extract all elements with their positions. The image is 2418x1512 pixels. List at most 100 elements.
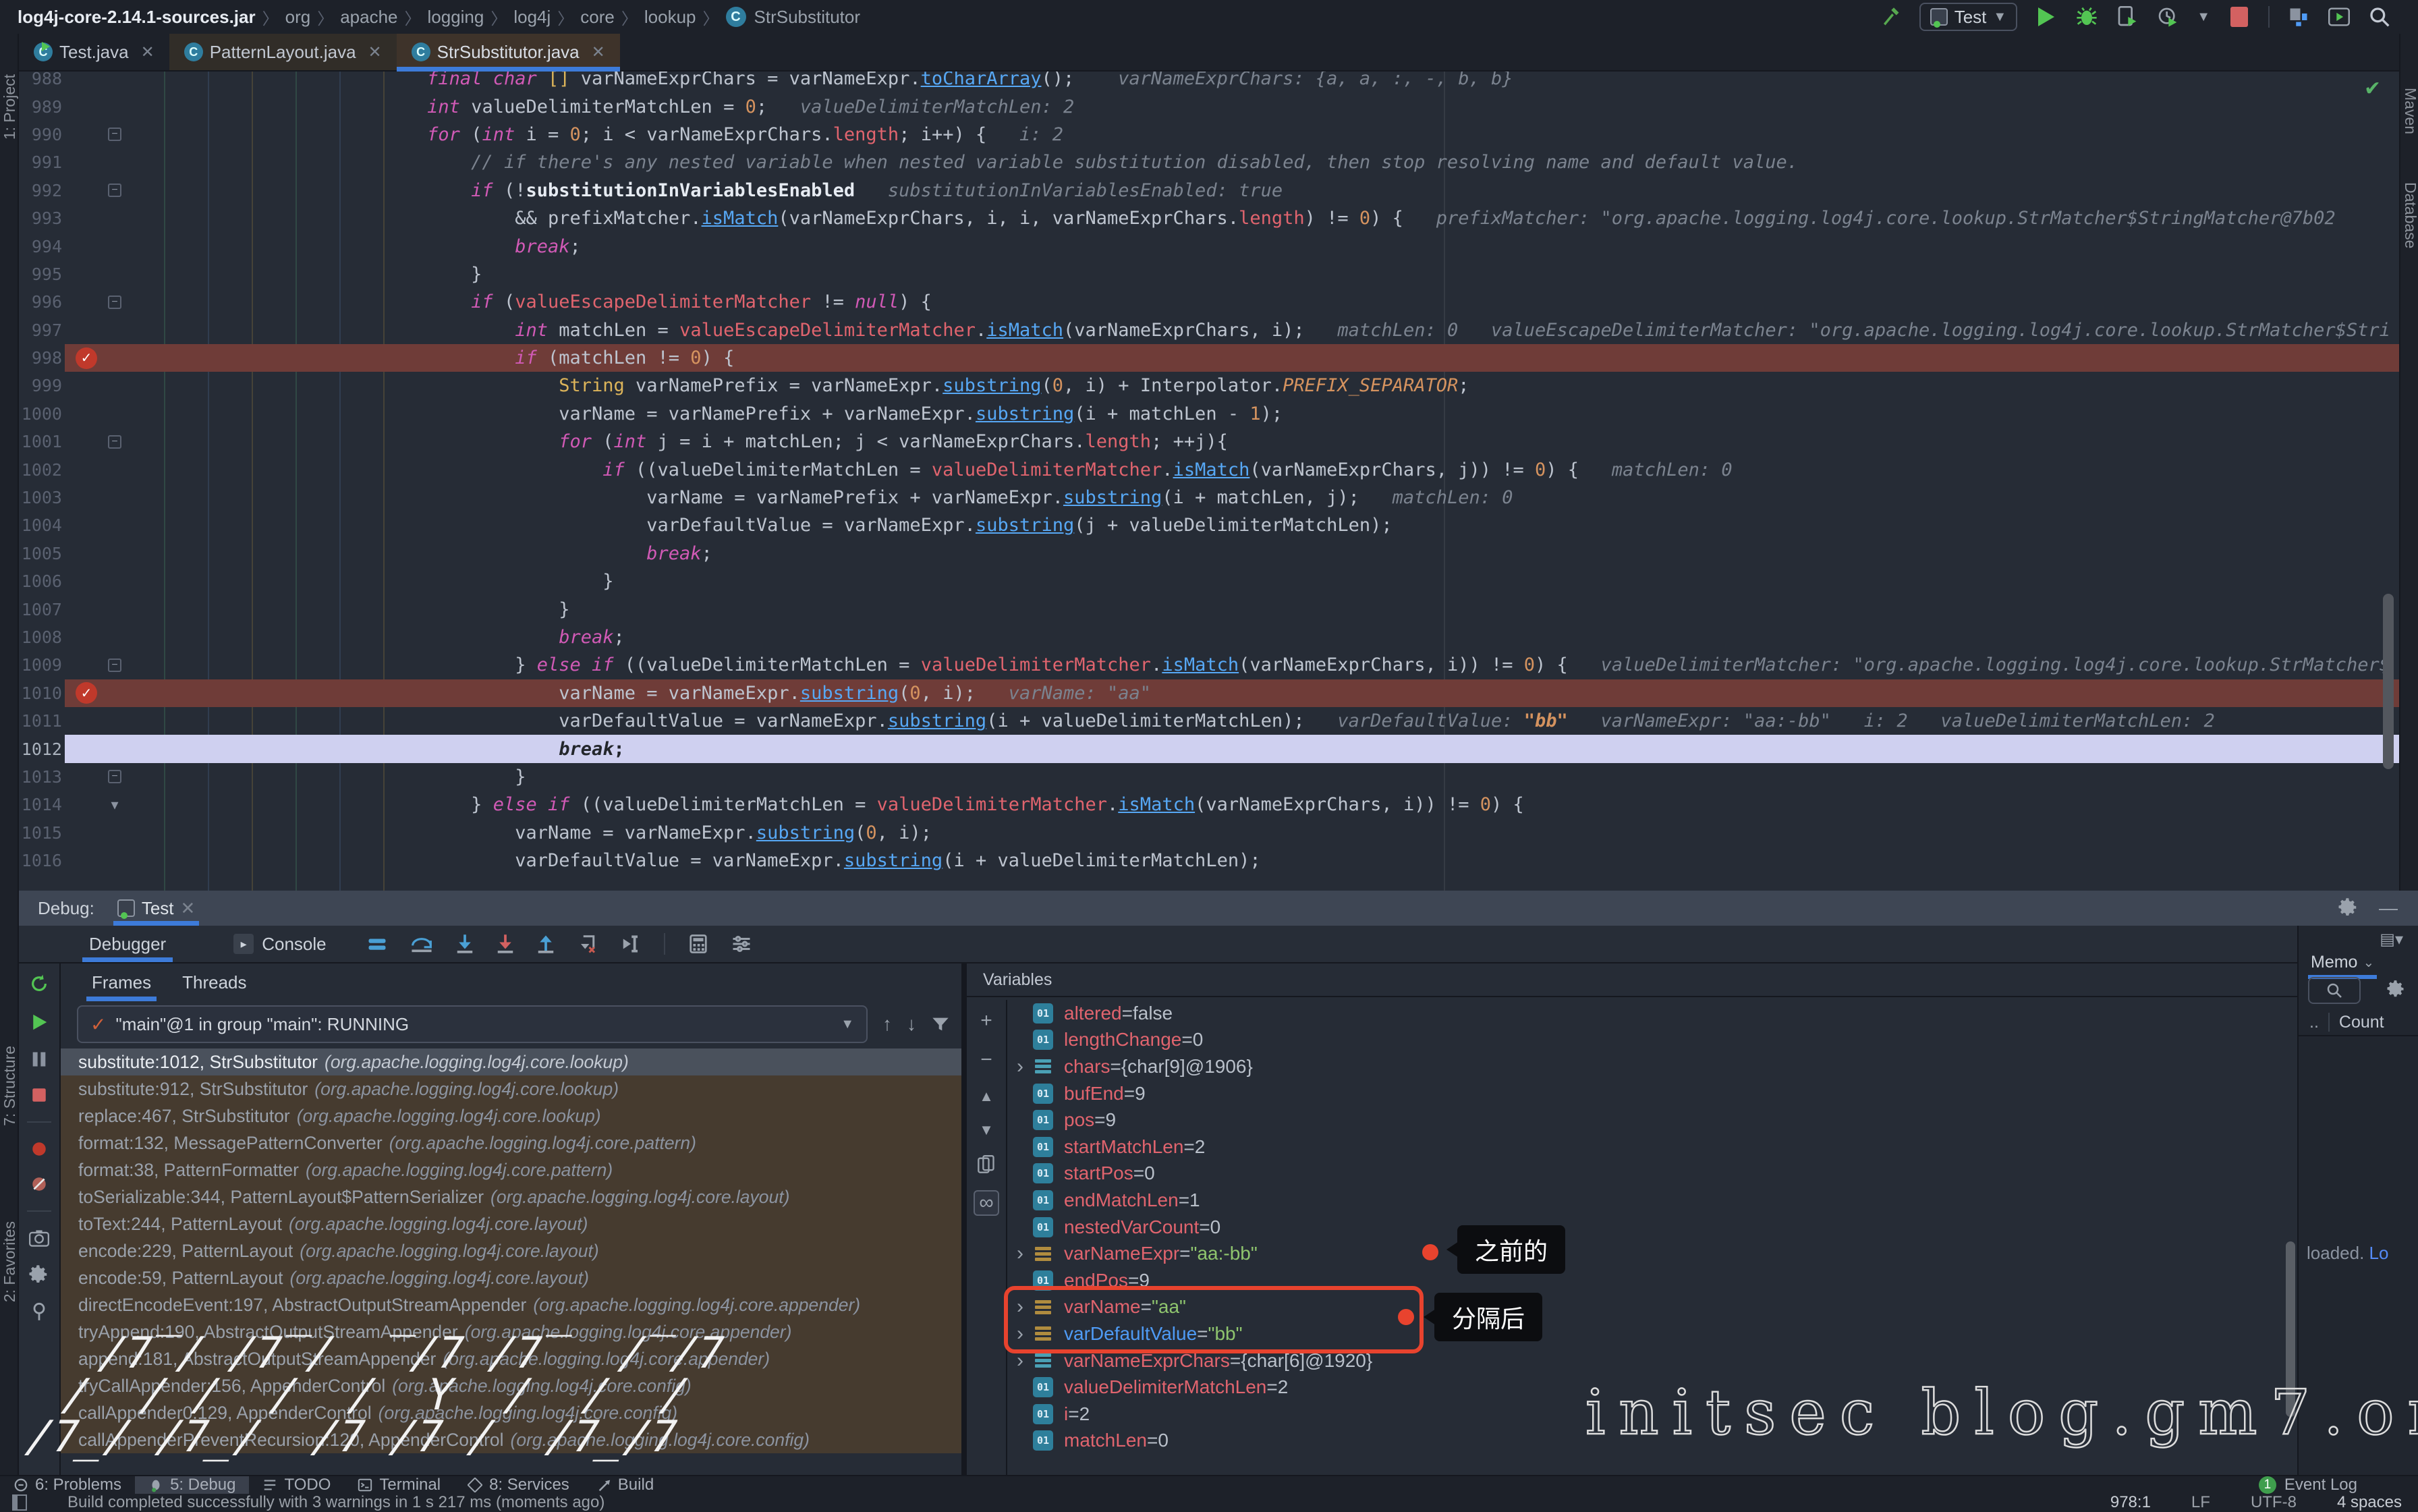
variable-row-startMatchLen[interactable]: 01startMatchLen = 2 (1009, 1133, 2297, 1160)
line-ending[interactable]: LF (2191, 1493, 2210, 1512)
add-watch-icon[interactable]: + (980, 1009, 992, 1032)
frame-row[interactable]: replace:467, StrSubstitutor (org.apache.… (61, 1102, 961, 1129)
tab-debugger[interactable]: Debugger (89, 926, 166, 962)
sidebar-item-database[interactable]: Database (2401, 182, 2418, 248)
tab-frames[interactable]: Frames (92, 963, 151, 1001)
screenshot-icon[interactable] (29, 1229, 49, 1247)
debug-button[interactable] (2075, 5, 2098, 28)
frame-row[interactable]: callAppender0:129, AppenderControl (org.… (61, 1399, 961, 1426)
close-icon[interactable]: ✕ (592, 43, 605, 62)
frame-row[interactable]: callAppenderPreventRecursion:120, Append… (61, 1426, 961, 1453)
code-line-1003[interactable]: 1003 varName = varNamePrefix + varNameEx… (19, 484, 2399, 511)
run-to-cursor-icon[interactable] (621, 934, 641, 954)
frame-row[interactable]: directEncodeEvent:197, AbstractOutputStr… (61, 1291, 961, 1318)
variables-scrollbar[interactable] (2286, 1241, 2295, 1417)
breadcrumb-item[interactable]: apache (340, 7, 397, 28)
file-encoding[interactable]: UTF-8 (2251, 1493, 2297, 1512)
variable-row-varNameExpr[interactable]: ›varNameExpr = "aa:-bb" (1009, 1240, 2297, 1267)
frame-down-icon[interactable]: ↓ (907, 1013, 916, 1035)
services-run-icon[interactable] (2328, 5, 2351, 28)
step-over-icon[interactable] (410, 934, 433, 954)
navigate-down-icon[interactable]: ▼ (979, 1121, 994, 1139)
frame-row[interactable]: append:181, AbstractOutputStreamAppender… (61, 1345, 961, 1372)
close-icon[interactable]: ✕ (181, 898, 196, 919)
variable-row-pos[interactable]: 01pos = 9 (1009, 1107, 2297, 1133)
code-line-1010[interactable]: 1010✓ varName = varNameExpr.substring(0,… (19, 679, 2399, 707)
evaluate-expression-icon[interactable] (688, 934, 708, 954)
mute-breakpoints-icon[interactable] (30, 1175, 48, 1193)
event-log-button[interactable]: 1 Event Log (2259, 1476, 2357, 1494)
sidebar-item-maven[interactable]: Maven (2401, 88, 2418, 134)
variable-row-altered[interactable]: 01altered = false (1009, 1000, 2297, 1027)
code-line-1002[interactable]: 1002 if ((valueDelimiterMatchLen = value… (19, 455, 2399, 483)
code-line-1013[interactable]: 1013− } (19, 763, 2399, 791)
variable-row-valueDelimiterMatchLen[interactable]: 01valueDelimiterMatchLen = 2 (1009, 1374, 2297, 1401)
code-line-1015[interactable]: 1015 varName = varNameExpr.substring(0, … (19, 819, 2399, 847)
editor-tab-patternlayout-java[interactable]: CPatternLayout.java✕ (169, 34, 397, 70)
coverage-button[interactable] (2116, 5, 2139, 28)
code-line-1016[interactable]: 1016 varDefaultValue = varNameExpr.subst… (19, 847, 2399, 874)
code-line-995[interactable]: 995 } (19, 260, 2399, 288)
memory-column-headers[interactable]: .. Count (2299, 1009, 2418, 1036)
code-line-992[interactable]: 992− if (!substitutionInVariablesEnabled… (19, 177, 2399, 204)
view-breakpoints-icon[interactable] (30, 1140, 48, 1158)
toolwindow-button-todo[interactable]: TODO (249, 1476, 344, 1494)
caret-position[interactable]: 978:1 (2110, 1493, 2151, 1512)
restore-layout-icon[interactable]: ▤▾ (2380, 930, 2403, 949)
breadcrumb-item[interactable]: org (285, 7, 311, 28)
code-line-1004[interactable]: 1004 varDefaultValue = varNameExpr.subst… (19, 511, 2399, 539)
status-message[interactable]: Build completed successfully with 3 warn… (67, 1493, 604, 1512)
toolwindow-button-build[interactable]: Build (583, 1476, 667, 1494)
toolwindow-button-6-problems[interactable]: 6: Problems (0, 1476, 135, 1494)
run-configuration-select[interactable]: Test ▼ (1919, 3, 2017, 31)
code-line-1009[interactable]: 1009− } else if ((valueDelimiterMatchLen… (19, 651, 2399, 679)
force-step-into-icon[interactable] (497, 934, 514, 954)
remove-watch-icon[interactable]: − (980, 1048, 992, 1071)
inspections-ok-icon[interactable]: ✔ (2364, 77, 2381, 101)
sidebar-item-structure[interactable]: 7: Structure (1, 1046, 19, 1126)
resume-icon[interactable] (29, 1012, 49, 1032)
search-icon[interactable] (2368, 5, 2391, 28)
frame-row[interactable]: format:38, PatternFormatter (org.apache.… (61, 1156, 961, 1183)
expander-icon[interactable]: › (1009, 1242, 1032, 1265)
filter-icon[interactable] (931, 1015, 950, 1034)
code-line-990[interactable]: 990− for (int i = 0; i < varNameExprChar… (19, 121, 2399, 148)
tab-memory[interactable]: Memo ⌄ (2311, 953, 2374, 972)
code-line-997[interactable]: 997 int matchLen = valueEscapeDelimiterM… (19, 316, 2399, 344)
variable-row-lengthChange[interactable]: 01lengthChange = 0 (1009, 1027, 2297, 1054)
code-line-1011[interactable]: 1011 varDefaultValue = varNameExpr.subst… (19, 707, 2399, 735)
sidebar-item-project[interactable]: 1: Project (1, 74, 19, 140)
breadcrumb-item[interactable]: log4j (513, 7, 551, 28)
code-line-1006[interactable]: 1006 } (19, 567, 2399, 595)
code-line-994[interactable]: 994 break; (19, 232, 2399, 260)
frame-row[interactable]: toText:244, PatternLayout (org.apache.lo… (61, 1210, 961, 1237)
stop-button[interactable] (2228, 5, 2251, 28)
variable-row-chars[interactable]: ›chars = {char[9]@1906} (1009, 1053, 2297, 1080)
editor-tab-test-java[interactable]: CTest.java✕ (19, 34, 169, 70)
close-icon[interactable]: ✕ (368, 43, 382, 62)
step-out-icon[interactable] (537, 934, 555, 954)
code-line-991[interactable]: 991 // if there's any nested variable wh… (19, 148, 2399, 176)
more-settings-icon[interactable] (731, 935, 752, 953)
code-line-1005[interactable]: 1005 break; (19, 540, 2399, 567)
toolwindow-button-8-services[interactable]: 8: Services (454, 1476, 583, 1494)
frame-row[interactable]: toSerializable:344, PatternLayout$Patter… (61, 1183, 961, 1210)
code-line-989[interactable]: 989 int valueDelimiterMatchLen = 0; valu… (19, 92, 2399, 120)
code-line-1008[interactable]: 1008 break; (19, 623, 2399, 651)
navigate-up-icon[interactable]: ▲ (979, 1088, 994, 1105)
memory-settings-icon[interactable] (2387, 980, 2406, 999)
tab-console[interactable]: ▸ Console (233, 926, 326, 962)
thread-selector[interactable]: ✓ "main"@1 in group "main": RUNNING ▼ (77, 1005, 868, 1043)
profiler-chevron-icon[interactable]: ▼ (2197, 9, 2210, 25)
code-editor[interactable]: 988 final char [] varNameExprChars = var… (19, 72, 2399, 891)
breadcrumb-item[interactable]: log4j-core-2.14.1-sources.jar (18, 7, 256, 28)
breadcrumb[interactable]: log4j-core-2.14.1-sources.jar〉org〉apache… (0, 5, 860, 29)
frame-row[interactable]: encode:59, PatternLayout (org.apache.log… (61, 1264, 961, 1291)
memory-search-input[interactable] (2308, 977, 2361, 1004)
expander-icon[interactable]: › (1009, 1055, 1032, 1078)
stop-icon[interactable] (30, 1086, 48, 1104)
breadcrumb-item[interactable]: core (580, 7, 615, 28)
code-line-999[interactable]: 999 String varNamePrefix = varNameExpr.s… (19, 372, 2399, 399)
gear-icon[interactable] (2338, 897, 2359, 919)
code-line-1012[interactable]: 1012 break; (19, 735, 2399, 762)
